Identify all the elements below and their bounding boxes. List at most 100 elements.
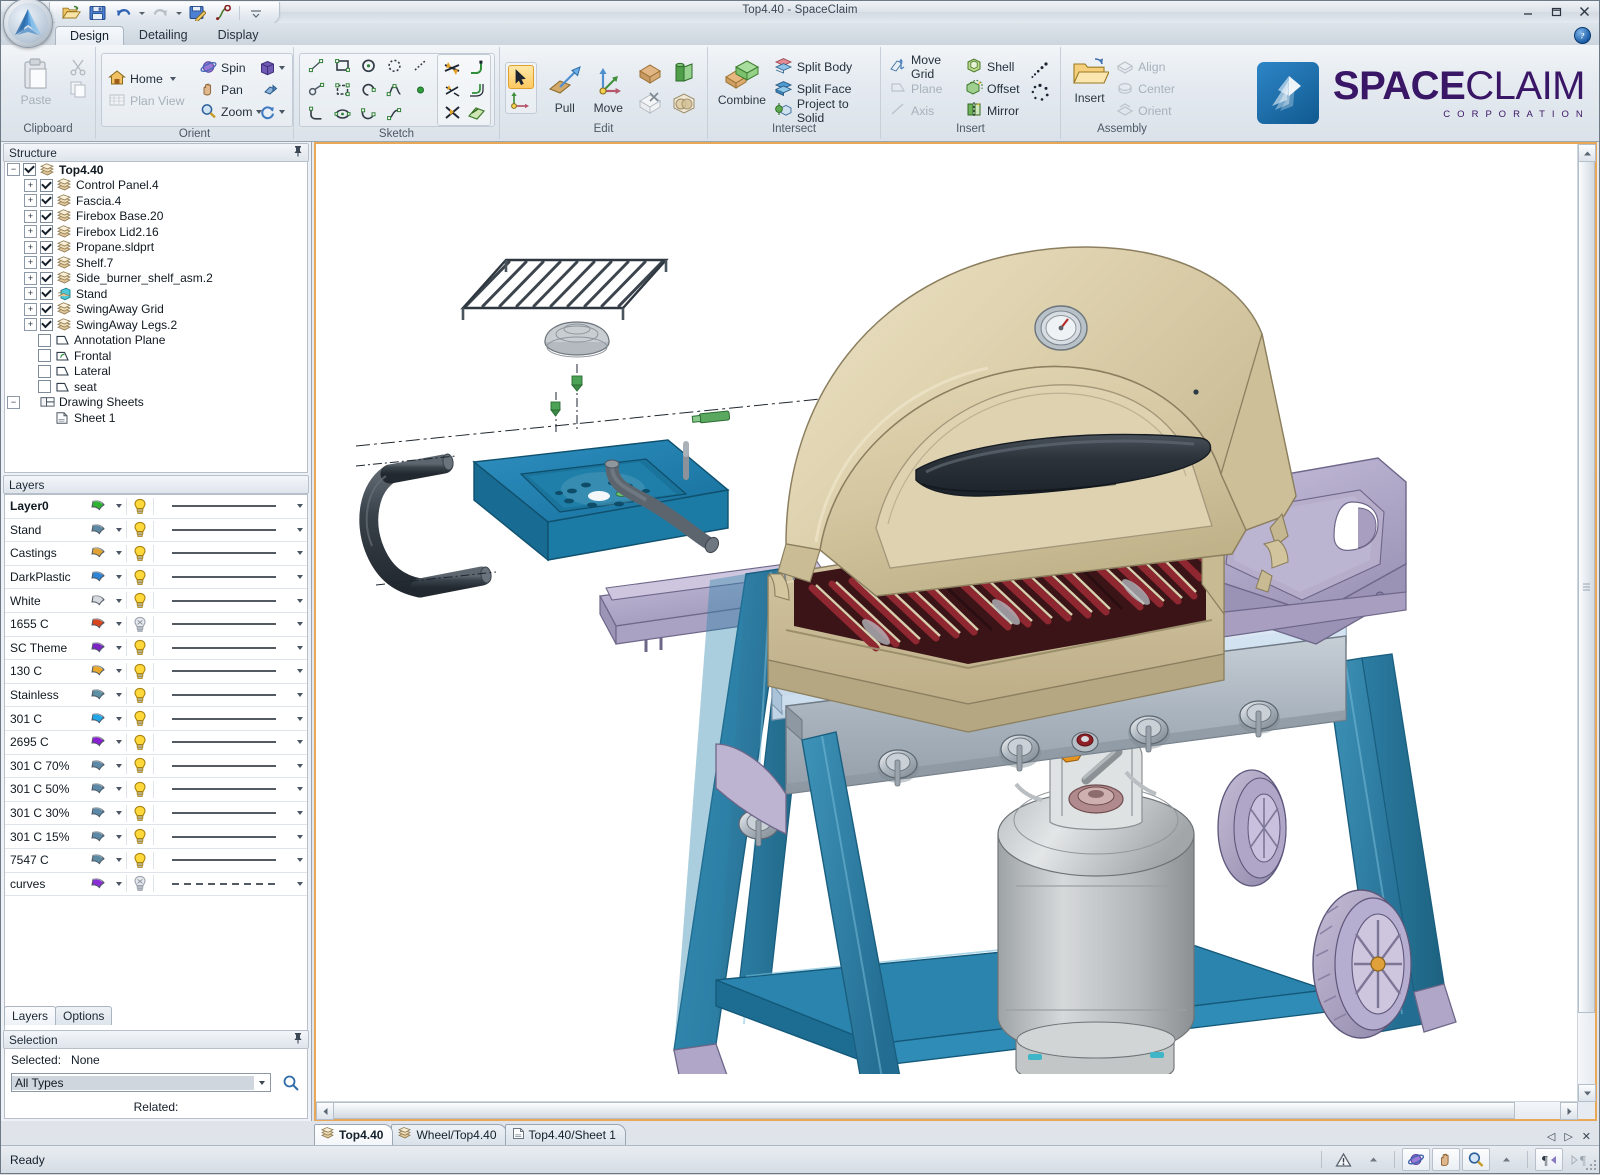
layer-linestyle-dropdown-caret[interactable] [293,858,307,862]
selection-type-caret[interactable] [254,1081,270,1085]
layer-linestyle-dropdown-caret[interactable] [293,787,307,791]
previous-view-icon[interactable]: ¶ [1535,1148,1563,1171]
layers-list[interactable]: Layer0StandCastingsDarkPlasticWhite1655 … [4,494,308,1036]
prev-tab-button[interactable]: ◁ [1547,1130,1555,1143]
layer-linestyle-dropdown-caret[interactable] [293,528,307,532]
dock-tab-layers[interactable]: Layers [4,1006,56,1025]
tree-item[interactable]: +SwingAway Legs.2 [5,317,307,333]
zoom-tool-icon[interactable] [1462,1148,1490,1171]
tree-visibility-checkbox[interactable] [40,225,53,238]
tree-item[interactable]: +Control Panel.4 [5,178,307,194]
search-icon[interactable] [277,1072,305,1094]
layer-color-dropdown-caret[interactable] [112,551,126,555]
tree-item[interactable]: −Top4.40 [5,162,307,178]
layer-color-swatch[interactable] [88,663,112,679]
lightbulb-on-icon[interactable] [126,687,154,704]
layer-row[interactable]: 301 C 30% [5,802,307,826]
help-button[interactable]: ? [1574,27,1591,44]
layer-linestyle-dropdown-caret[interactable] [293,646,307,650]
layer-row[interactable]: Castings [5,542,307,566]
layer-row[interactable]: 7547 C [5,849,307,873]
tree-visibility-checkbox[interactable] [40,256,53,269]
sweep-arc-icon[interactable] [356,103,380,125]
expand-icon[interactable]: + [24,256,37,269]
lightbulb-off-icon[interactable] [126,875,154,892]
resize-grip[interactable] [1584,1158,1598,1172]
minimize-button[interactable] [1519,3,1537,19]
tree-item[interactable]: +Firebox Base.20 [5,209,307,225]
move-button[interactable]: Move [587,61,631,115]
layer-color-swatch[interactable] [88,876,112,892]
view-cube-icon[interactable] [258,57,276,79]
layer-row[interactable]: 1655 C [5,613,307,637]
scroll-up-button[interactable] [1578,144,1596,162]
layer-row[interactable]: 301 C 50% [5,778,307,802]
rotate-view-icon[interactable] [258,101,276,123]
3d-model-viewport[interactable] [316,144,1578,1102]
warning-icon[interactable] [1329,1148,1357,1171]
layer-color-dropdown-caret[interactable] [112,528,126,532]
lightbulb-on-icon[interactable] [126,781,154,798]
circle-icon[interactable] [356,55,380,77]
layer-color-swatch[interactable] [88,498,112,514]
layer-color-dropdown-caret[interactable] [112,835,126,839]
application-menu-button[interactable] [3,0,53,48]
open-icon[interactable] [58,3,84,23]
paste-button[interactable]: Paste [6,53,66,107]
line-icon[interactable] [304,55,328,77]
combine-button[interactable]: Combine [713,53,771,107]
selection-pin-icon[interactable] [293,1032,303,1047]
lightbulb-on-icon[interactable] [126,852,154,869]
layer-row[interactable]: Stand [5,519,307,543]
view-section-icon[interactable] [258,79,282,101]
structure-pin-icon[interactable] [293,145,303,160]
scroll-left-button[interactable] [316,1102,334,1120]
layer-linestyle-dropdown-caret[interactable] [293,622,307,626]
volume-icon[interactable] [669,89,699,117]
expand-icon[interactable]: + [24,179,37,192]
lightbulb-on-icon[interactable] [126,710,154,727]
save-as-icon[interactable] [184,3,210,23]
doc-tab-wheel[interactable]: Wheel/Top4.40 [391,1124,506,1145]
layer-color-dropdown-caret[interactable] [112,764,126,768]
spline-icon[interactable] [382,79,406,101]
undo-dropdown-caret[interactable] [136,3,147,23]
move-axis-icon[interactable] [508,89,532,111]
collapse-icon[interactable]: − [7,163,20,176]
split-icon[interactable] [440,79,464,101]
lightbulb-on-icon[interactable] [126,521,154,538]
layer-linestyle-dropdown-caret[interactable] [293,717,307,721]
layer-color-dropdown-caret[interactable] [112,882,126,886]
lightbulb-on-icon[interactable] [126,757,154,774]
layer-linestyle-dropdown-caret[interactable] [293,599,307,603]
tree-visibility-checkbox[interactable] [38,380,51,393]
layer-linestyle-dropdown-caret[interactable] [293,669,307,673]
doc-tab-top440[interactable]: Top4.40 [314,1124,393,1145]
layer-linestyle-dropdown-caret[interactable] [293,575,307,579]
tree-item[interactable]: Frontal [5,348,307,364]
layer-color-dropdown-caret[interactable] [112,504,126,508]
zoom-button[interactable]: Zoom [197,101,255,123]
cut-icon-x[interactable] [440,101,464,123]
tab-design[interactable]: Design [55,26,124,46]
shell-button[interactable]: Shell [962,56,1028,78]
layer-color-swatch[interactable] [88,545,112,561]
dotted-line-icon[interactable] [408,55,432,77]
lightbulb-on-icon[interactable] [126,569,154,586]
layer-color-dropdown-caret[interactable] [112,669,126,673]
horizontal-scroll-thumb[interactable] [333,1102,1515,1119]
tree-item[interactable]: +Stand [5,286,307,302]
expand-icon[interactable]: + [24,225,37,238]
expand-icon[interactable]: + [24,210,37,223]
scroll-down-button[interactable] [1578,1084,1596,1102]
redo-dropdown-caret[interactable] [173,3,184,23]
layer-color-dropdown-caret[interactable] [112,693,126,697]
selection-type-filter[interactable]: All Types [11,1073,271,1092]
layer-color-swatch[interactable] [88,758,112,774]
measure-icon[interactable] [210,3,236,23]
viewport-horizontal-scrollbar[interactable] [316,1101,1578,1119]
warning-dropdown-caret[interactable] [1359,1148,1387,1171]
tree-item[interactable]: −Drawing Sheets [5,395,307,411]
vertical-scroll-thumb[interactable] [1578,161,1595,1013]
fillet-icon[interactable] [304,103,328,125]
